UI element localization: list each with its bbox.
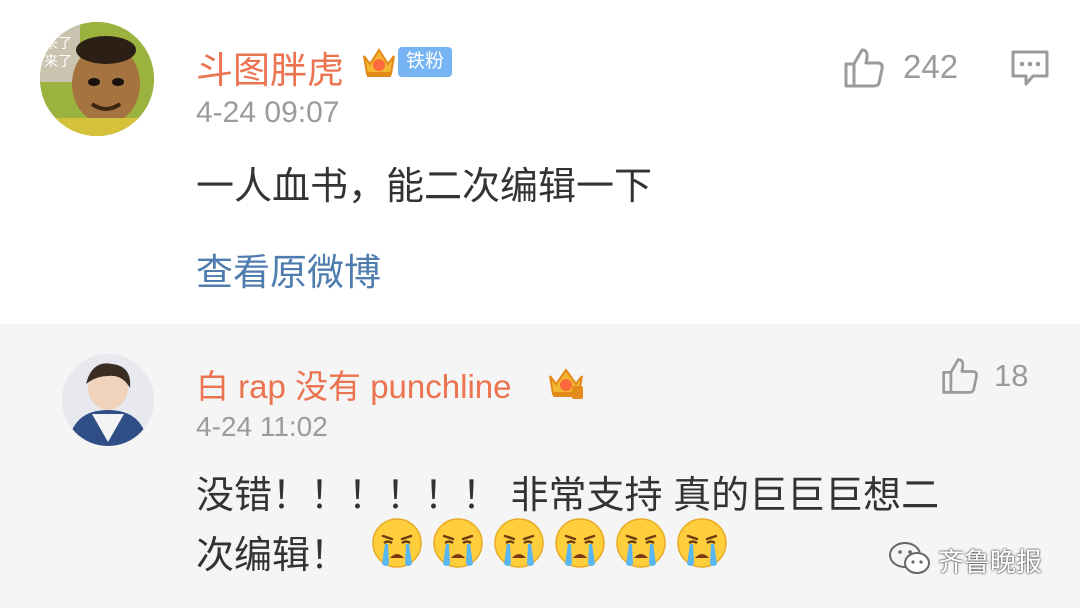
- comment-icon[interactable]: [1010, 48, 1050, 93]
- watermark-text: 齐鲁晚报: [938, 546, 1043, 577]
- comment-text: 一人血书，能二次编辑一下: [196, 166, 653, 208]
- avatar[interactable]: 来了 来了: [40, 22, 154, 136]
- comment-card: 来了 来了 斗图胖虎 铁粉 4-24 09:07 一人血书，能二次编辑一下 查看…: [0, 0, 1080, 324]
- crown-icon: [360, 42, 398, 85]
- view-original-weibo-link[interactable]: 查看原微博: [196, 242, 381, 296]
- thumbs-up-icon[interactable]: [940, 356, 980, 401]
- fan-badge: 铁粉: [398, 47, 453, 77]
- thumbs-up-icon[interactable]: [842, 46, 886, 95]
- like-count: 242: [903, 48, 959, 85]
- like-count: 18: [994, 358, 1029, 393]
- crying-face-icon: [675, 516, 729, 577]
- watermark: 齐鲁晚报: [888, 540, 1042, 580]
- wechat-icon: [888, 540, 932, 581]
- comment-time: 4-24 11:02: [196, 411, 328, 442]
- username[interactable]: 白 rap 没有 punchline: [196, 360, 511, 408]
- avatar-caption: 来了: [44, 36, 72, 52]
- comment-text: 次编辑！: [196, 535, 349, 577]
- avatar[interactable]: [62, 354, 154, 446]
- comment-time: 4-24 09:07: [196, 96, 340, 129]
- crying-face-icon: [553, 516, 607, 577]
- crying-face-icon: [431, 516, 485, 577]
- crying-face-icon: [614, 516, 668, 577]
- comment-text: 没错！！！！！！ 非常支持 真的巨巨巨想二: [196, 475, 940, 517]
- crown-icon: [546, 362, 586, 407]
- username[interactable]: 斗图胖虎: [196, 40, 344, 94]
- crying-face-icon: [492, 516, 546, 577]
- avatar-caption: 来了: [44, 54, 72, 70]
- crying-face-icon: [370, 516, 424, 577]
